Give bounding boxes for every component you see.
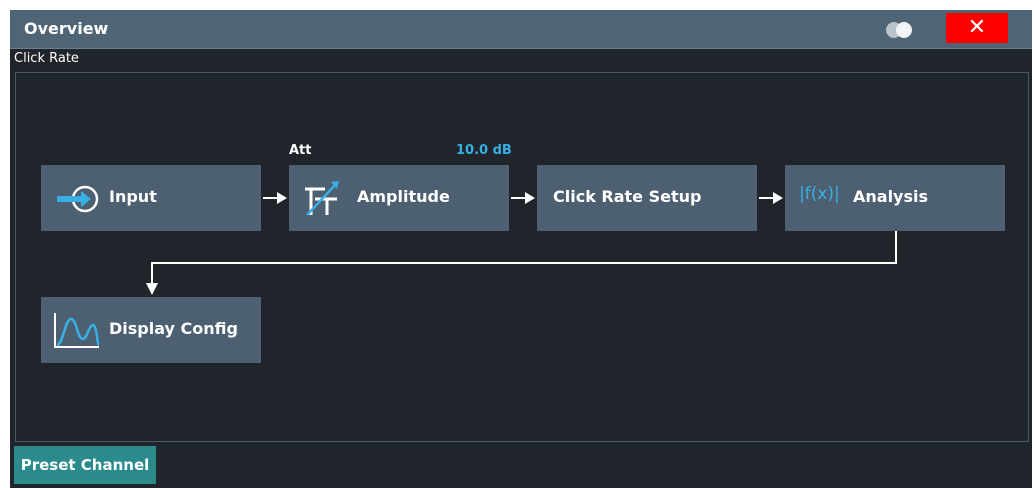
toggle-icon[interactable] bbox=[886, 22, 920, 38]
waveform-icon bbox=[53, 311, 101, 353]
title-bar: Overview ✕ bbox=[10, 10, 1032, 48]
attenuator-icon bbox=[303, 181, 347, 221]
att-value: 10.0 dB bbox=[456, 143, 512, 158]
att-label: Att bbox=[289, 143, 312, 158]
overview-dialog: Overview ✕ Click Rate Att 10.0 dB Input bbox=[10, 10, 1032, 488]
click-rate-setup-block[interactable]: Click Rate Setup bbox=[537, 165, 757, 231]
flow-arrow bbox=[759, 191, 785, 205]
flow-arrow bbox=[511, 191, 537, 205]
channel-name: Click Rate bbox=[14, 51, 79, 66]
window-title: Overview bbox=[24, 19, 109, 38]
click-rate-setup-label: Click Rate Setup bbox=[553, 187, 702, 206]
preset-channel-button[interactable]: Preset Channel bbox=[14, 446, 156, 484]
input-label: Input bbox=[109, 187, 157, 206]
display-config-label: Display Config bbox=[109, 319, 238, 338]
close-button[interactable]: ✕ bbox=[946, 13, 1008, 43]
flow-connector bbox=[144, 231, 904, 301]
input-block[interactable]: Input bbox=[41, 165, 261, 231]
overview-panel: Att 10.0 dB Input Amplitude Click Rate S… bbox=[15, 72, 1029, 442]
analysis-label: Analysis bbox=[853, 187, 929, 206]
input-icon bbox=[55, 183, 103, 219]
function-icon: |f(x)| bbox=[799, 184, 840, 204]
subtitle-bar: Click Rate bbox=[10, 48, 1032, 69]
amplitude-block[interactable]: Amplitude bbox=[289, 165, 509, 231]
amplitude-label: Amplitude bbox=[357, 187, 450, 206]
flow-arrow bbox=[263, 191, 289, 205]
analysis-block[interactable]: |f(x)| Analysis bbox=[785, 165, 1005, 231]
display-config-block[interactable]: Display Config bbox=[41, 297, 261, 363]
